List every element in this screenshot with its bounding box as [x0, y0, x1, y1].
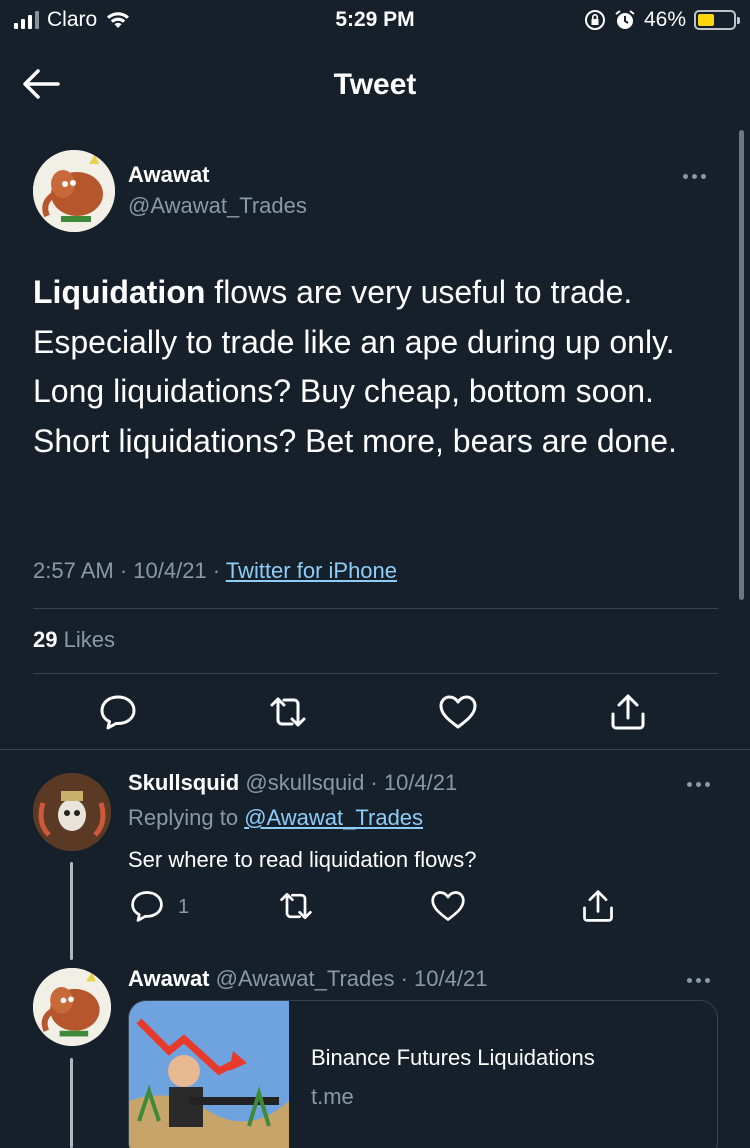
link-card-thumbnail	[129, 1001, 289, 1148]
author-name[interactable]: Awawat	[128, 162, 210, 188]
retweet-button[interactable]	[278, 888, 314, 924]
likes-summary[interactable]: 29 Likes	[33, 627, 115, 653]
tweet-text-bold: Liquidation	[33, 274, 206, 310]
share-icon	[583, 890, 613, 922]
retweet-icon	[280, 892, 312, 920]
avatar[interactable]	[33, 150, 115, 232]
author-handle[interactable]: @Awawat_Trades	[128, 193, 307, 219]
status-bar: Claro 5:29 PM 46%	[0, 0, 750, 44]
more-options-button[interactable]	[676, 166, 712, 186]
divider	[33, 673, 718, 674]
heart-icon	[431, 891, 465, 921]
reply-handle-date[interactable]: @skullsquid · 10/4/21	[239, 770, 457, 795]
scrollbar[interactable]	[739, 130, 744, 600]
battery-icon	[694, 10, 740, 30]
replying-to: Replying to @Awawat_Trades	[128, 805, 423, 831]
reply-author-name[interactable]: Skullsquid	[128, 770, 239, 795]
retweet-button[interactable]	[268, 692, 308, 732]
thread-line	[70, 1058, 73, 1148]
battery-percent: 46%	[643, 8, 686, 31]
reply-header: Skullsquid @skullsquid · 10/4/21	[128, 770, 457, 796]
reply-handle-date[interactable]: @Awawat_Trades · 10/4/21	[210, 966, 488, 991]
share-icon	[611, 694, 645, 730]
tweet-source-link[interactable]: Twitter for iPhone	[226, 558, 397, 583]
link-card-domain: t.me	[311, 1084, 354, 1109]
like-button[interactable]	[430, 888, 466, 924]
tweet-timestamp: 2:57 AM · 10/4/21 ·	[33, 558, 226, 583]
orientation-lock-icon	[584, 10, 605, 30]
tweet-meta: 2:57 AM · 10/4/21 · Twitter for iPhone	[33, 558, 397, 584]
reply-text: Ser where to read liquidation flows?	[128, 847, 477, 872]
replying-prefix: Replying to	[128, 805, 245, 830]
alarm-icon	[615, 10, 635, 29]
more-options-button[interactable]	[680, 970, 716, 990]
page-title: Tweet	[333, 68, 417, 101]
reply-header: Awawat @Awawat_Trades · 10/4/21	[128, 966, 487, 992]
likes-count: 29	[33, 627, 58, 652]
link-card-title: Binance Futures Liquidations	[311, 1045, 595, 1070]
divider	[33, 608, 718, 609]
reply-count: 1	[178, 896, 190, 918]
likes-label: Likes	[57, 627, 115, 652]
avatar[interactable]	[33, 773, 111, 851]
avatar[interactable]	[33, 968, 111, 1046]
reply-icon	[131, 891, 163, 922]
divider	[0, 749, 750, 750]
reply-button[interactable]	[129, 888, 165, 924]
thread-line	[70, 862, 73, 960]
link-card[interactable]: Binance Futures Liquidations t.me	[128, 1000, 718, 1148]
more-options-button[interactable]	[680, 774, 716, 794]
heart-icon	[439, 695, 477, 729]
reply-author-name[interactable]: Awawat	[128, 966, 210, 991]
share-button[interactable]	[608, 692, 648, 732]
like-button[interactable]	[438, 692, 478, 732]
header: Tweet	[0, 50, 750, 120]
reply-icon	[100, 695, 136, 730]
retweet-icon	[270, 697, 306, 727]
tweet-text: Liquidation flows are very useful to tra…	[33, 268, 723, 466]
reply-button[interactable]	[98, 692, 138, 732]
share-button[interactable]	[580, 888, 616, 924]
replying-to-link[interactable]: @Awawat_Trades	[244, 805, 423, 830]
